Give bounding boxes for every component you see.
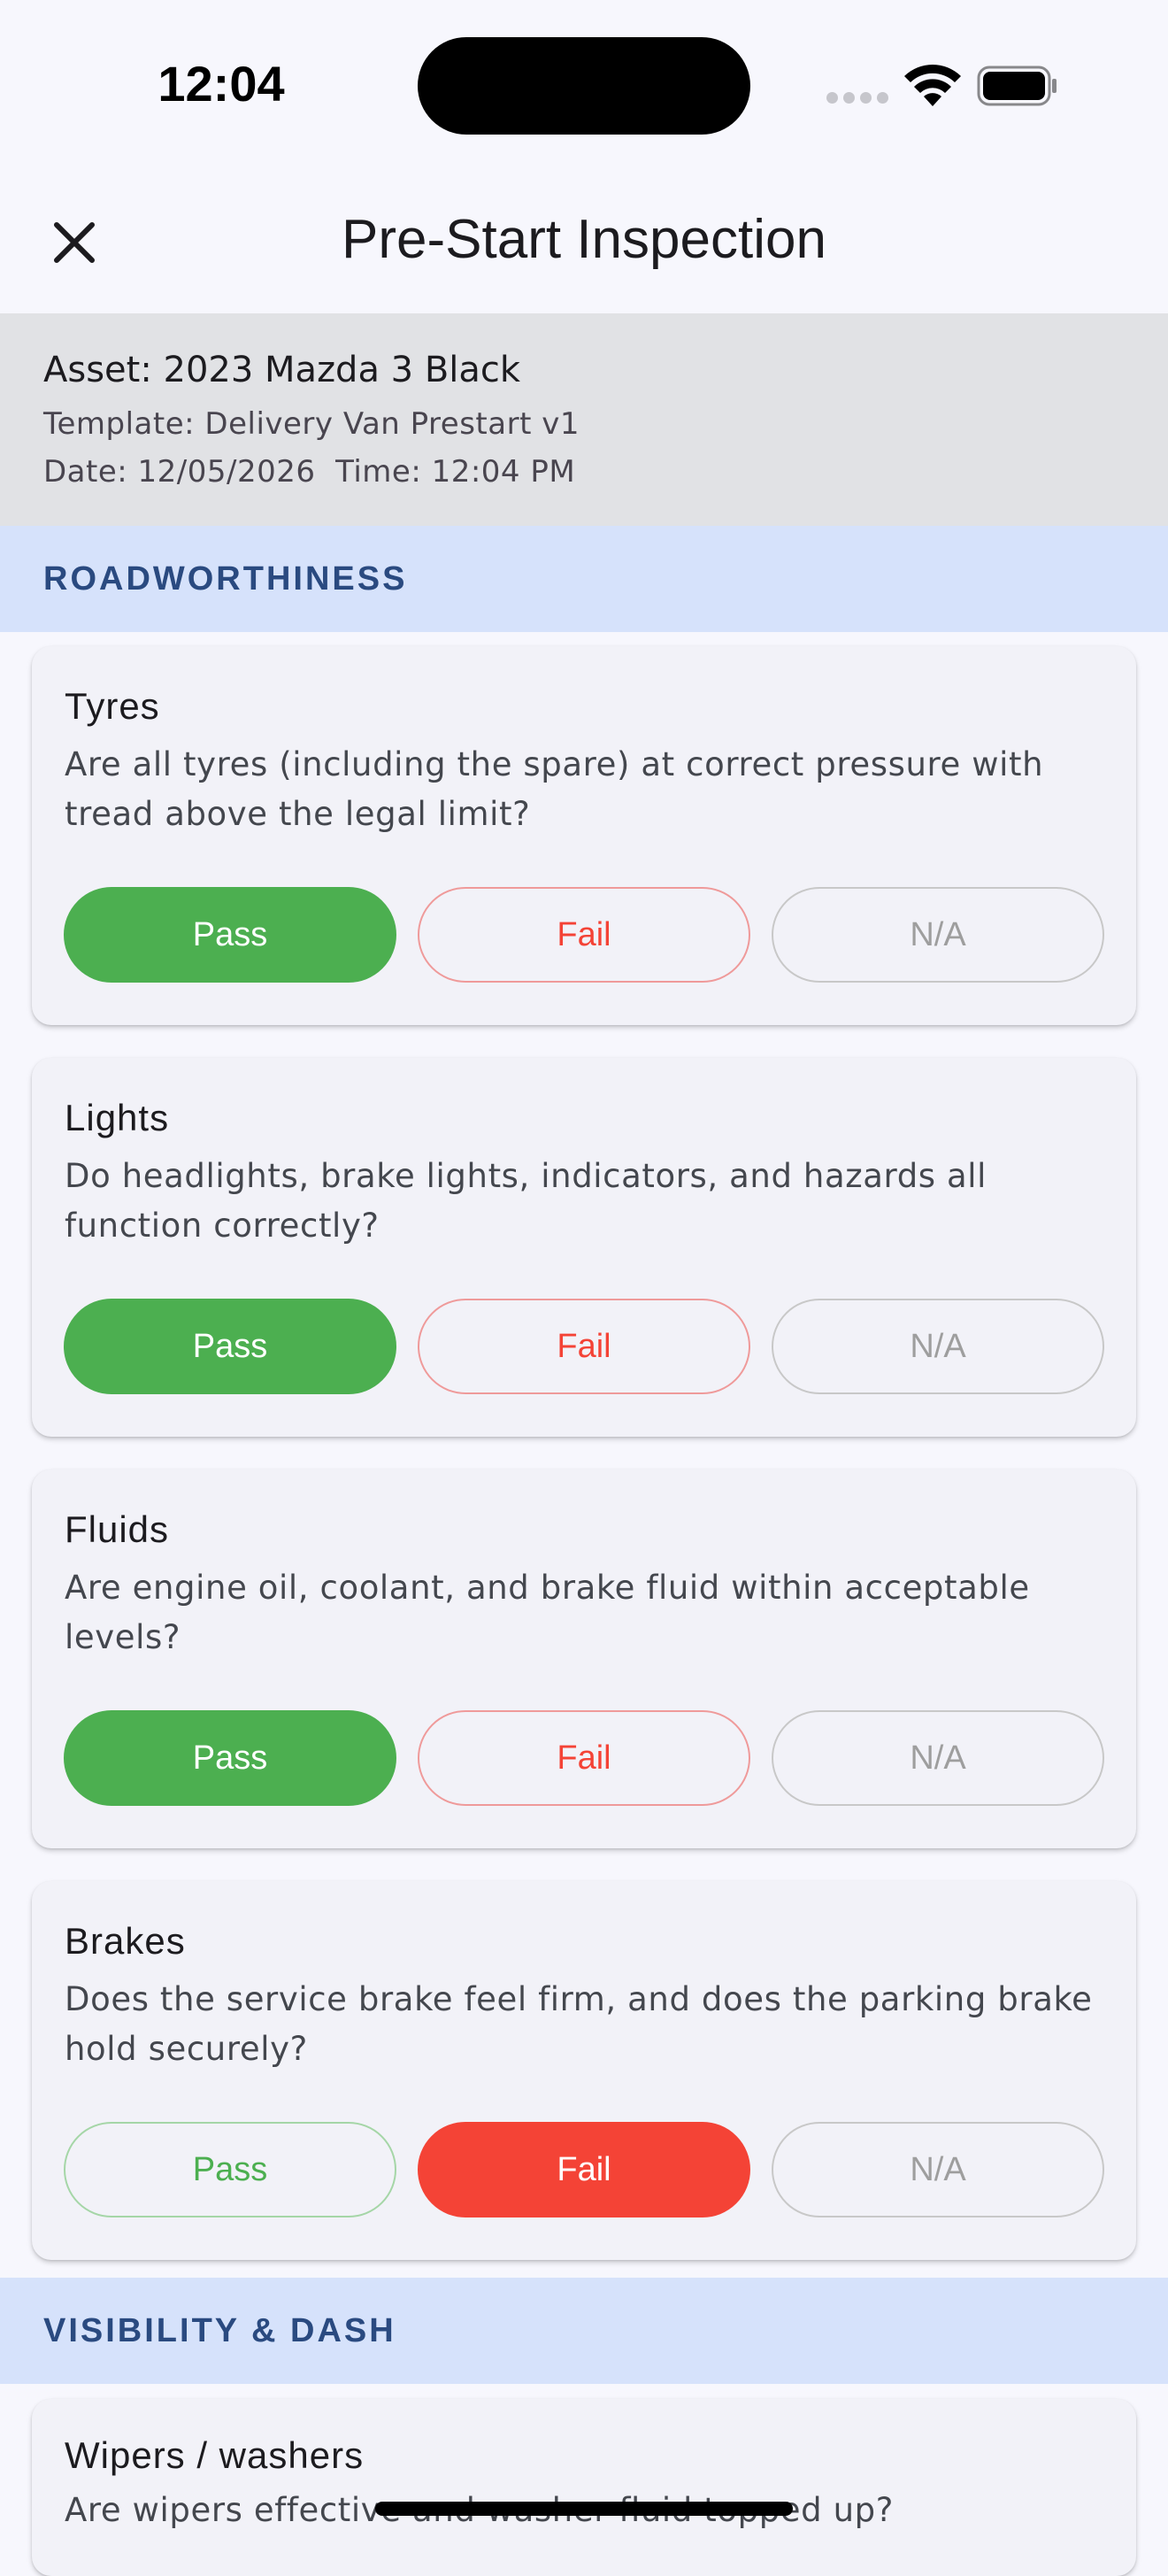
item-question: Does the service brake feel firm, and do…: [65, 1980, 1093, 2068]
fail-button[interactable]: Fail: [418, 887, 750, 983]
wifi-icon: [904, 65, 961, 106]
fail-button[interactable]: Fail: [418, 1710, 750, 1806]
fail-button[interactable]: Fail: [418, 2122, 750, 2217]
battery-icon: [977, 66, 1057, 106]
asset-label: Asset: 2023 Mazda 3 Black: [43, 350, 521, 390]
section-label: VISIBILITY & DASH: [43, 2312, 396, 2349]
pass-button[interactable]: Pass: [64, 1710, 396, 1806]
inspection-card-lights: Lights Do headlights, brake lights, indi…: [32, 1058, 1136, 1437]
item-question: Do headlights, brake lights, indicators,…: [65, 1157, 987, 1245]
section-label: ROADWORTHINESS: [43, 560, 408, 598]
status-time: 12:04: [158, 56, 285, 112]
item-title: Wipers / washers: [65, 2434, 365, 2476]
page-title: Pre-Start Inspection: [342, 209, 826, 270]
item-title: Brakes: [65, 1920, 186, 1962]
na-button[interactable]: N/A: [772, 1299, 1104, 1394]
home-indicator[interactable]: [375, 2502, 793, 2516]
inspection-card-wipers: Wipers / washers Are wipers effective an…: [32, 2399, 1136, 2576]
na-button[interactable]: N/A: [772, 887, 1104, 983]
item-title: Fluids: [65, 1508, 170, 1550]
pass-button[interactable]: Pass: [64, 1299, 396, 1394]
datetime-label: Date: 12/05/2026 Time: 12:04 PM: [43, 454, 576, 490]
pass-button[interactable]: Pass: [64, 887, 396, 983]
na-button[interactable]: N/A: [772, 2122, 1104, 2217]
inspection-card-fluids: Fluids Are engine oil, coolant, and brak…: [32, 1469, 1136, 1848]
item-question: Are engine oil, coolant, and brake fluid…: [65, 1569, 1030, 1656]
cellular-signal-icon: [826, 92, 888, 106]
item-title: Lights: [65, 1097, 170, 1138]
dynamic-island: [418, 37, 750, 135]
section-header-visibility-dash: VISIBILITY & DASH: [0, 2278, 1168, 2384]
inspection-card-brakes: Brakes Does the service brake feel firm,…: [32, 1881, 1136, 2260]
na-button[interactable]: N/A: [772, 1710, 1104, 1806]
inspection-card-tyres: Tyres Are all tyres (including the spare…: [32, 646, 1136, 1025]
item-title: Tyres: [65, 685, 160, 727]
template-label: Template: Delivery Van Prestart v1: [43, 406, 580, 442]
pass-button[interactable]: Pass: [64, 2122, 396, 2217]
item-question: Are all tyres (including the spare) at c…: [65, 745, 1044, 833]
status-bar: 12:04: [0, 0, 1168, 168]
fail-button[interactable]: Fail: [418, 1299, 750, 1394]
section-header-roadworthiness: ROADWORTHINESS: [0, 526, 1168, 632]
